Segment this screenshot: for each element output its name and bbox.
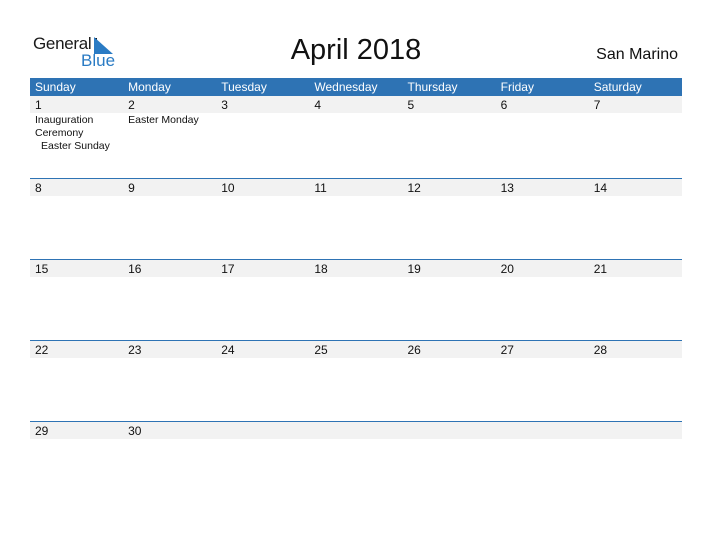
calendar-grid: Sunday Monday Tuesday Wednesday Thursday… — [30, 78, 682, 502]
date-number: 8 — [35, 181, 42, 195]
date-number: 12 — [407, 181, 421, 195]
day-events — [309, 113, 402, 153]
date-number: 26 — [407, 343, 421, 357]
date-number: 7 — [593, 98, 601, 112]
date-number — [216, 422, 309, 439]
weekday-wednesday: Wednesday — [314, 80, 378, 94]
date-number: 21 — [593, 262, 608, 276]
date-number: 11 — [314, 181, 327, 195]
week-row: 29 30 — [30, 421, 682, 502]
date-number: 29 — [35, 424, 49, 438]
date-number: 13 — [500, 181, 514, 195]
date-number: 10 — [221, 181, 235, 195]
date-strip: 29 30 — [30, 422, 682, 439]
date-number: 4 — [314, 98, 322, 112]
weekday-saturday: Saturday — [593, 80, 642, 94]
date-number: 16 — [128, 262, 142, 276]
weekday-header: Sunday Monday Tuesday Wednesday Thursday… — [30, 78, 682, 96]
day-events: Inauguration Ceremony Easter Sunday — [30, 113, 123, 153]
weekday-friday: Friday — [500, 80, 534, 94]
date-number: 30 — [128, 424, 142, 438]
date-number: 17 — [221, 262, 235, 276]
day-events — [216, 113, 309, 153]
day-events — [496, 113, 589, 153]
date-number: 25 — [314, 343, 328, 357]
date-number: 22 — [35, 343, 49, 357]
date-strip: 15 16 17 18 19 20 21 — [30, 260, 682, 277]
holiday-label: Easter Monday — [128, 114, 199, 126]
date-number: 24 — [221, 343, 235, 357]
weekday-tuesday: Tuesday — [221, 80, 267, 94]
date-number: 2 — [128, 98, 135, 112]
date-number: 6 — [500, 98, 508, 112]
week-row: 8 9 10 11 12 13 14 — [30, 178, 682, 259]
date-number: 20 — [500, 262, 514, 276]
weekday-thursday: Thursday — [407, 80, 458, 94]
date-strip: 1 2 3 4 5 6 7 — [30, 96, 682, 113]
date-strip: 22 23 24 25 26 27 28 — [30, 341, 682, 358]
date-number — [589, 422, 682, 439]
weekday-monday: Monday — [128, 80, 171, 94]
date-number: 1 — [35, 98, 42, 112]
holiday-label: Inauguration Ceremony — [35, 114, 94, 139]
date-number: 14 — [593, 181, 608, 195]
date-number: 27 — [500, 343, 514, 357]
date-number: 19 — [407, 262, 421, 276]
date-number: 15 — [35, 262, 49, 276]
week-row: 1 2 3 4 5 6 7 Inauguration Ceremony East… — [30, 96, 682, 178]
date-number: 5 — [407, 98, 415, 112]
date-strip: 8 9 10 11 12 13 14 — [30, 179, 682, 196]
events-row: Inauguration Ceremony Easter Sunday East… — [30, 113, 682, 153]
date-number: 23 — [128, 343, 142, 357]
date-number — [403, 422, 496, 439]
date-number: 28 — [593, 343, 608, 357]
day-events — [403, 113, 496, 153]
date-number: 18 — [314, 262, 328, 276]
country-label: San Marino — [596, 46, 678, 63]
weekday-sunday: Sunday — [35, 80, 76, 94]
date-number — [496, 422, 589, 439]
date-number: 3 — [221, 98, 228, 112]
week-row: 22 23 24 25 26 27 28 — [30, 340, 682, 421]
date-number — [309, 422, 402, 439]
day-events — [589, 113, 682, 153]
holiday-label: Easter Sunday — [41, 140, 110, 152]
date-number: 9 — [128, 181, 135, 195]
day-events: Easter Monday — [123, 113, 216, 153]
week-row: 15 16 17 18 19 20 21 — [30, 259, 682, 340]
